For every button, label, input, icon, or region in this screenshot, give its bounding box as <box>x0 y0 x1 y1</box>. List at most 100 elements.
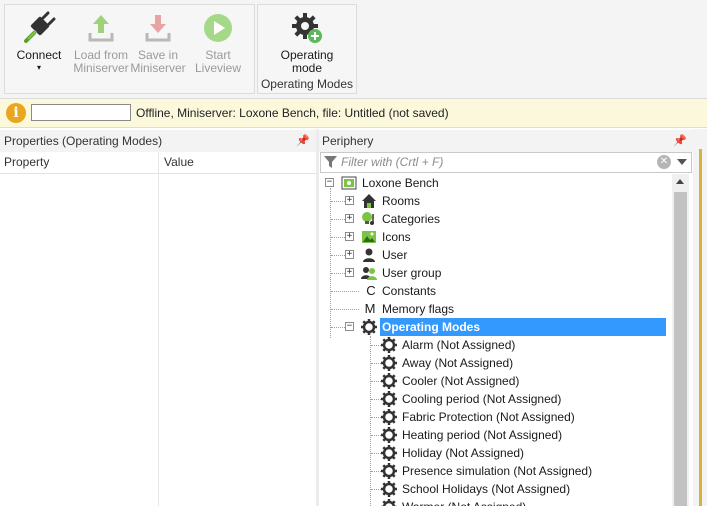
tree-node-memory-flags[interactable]: M Memory flags <box>320 300 670 318</box>
tree-branch <box>371 417 381 418</box>
upload-arrow-icon <box>84 11 118 45</box>
properties-panel-header: Properties (Operating Modes) 📌 <box>0 130 316 152</box>
ribbon-group-connection: Connect ▾ Load from Miniserver Save in M… <box>4 4 255 94</box>
tree-node-operating-mode[interactable]: Warmer (Not Assigned) <box>320 498 670 506</box>
load-label-2: Miniserver <box>73 61 129 75</box>
tree-branch <box>331 309 359 310</box>
document-edge <box>699 149 702 506</box>
tree-label: School Holidays (Not Assigned) <box>402 482 571 496</box>
memory-m-icon: M <box>364 301 376 316</box>
expand-toggle[interactable]: + <box>345 214 354 223</box>
start-liveview-button[interactable]: Start Liveview <box>188 7 248 75</box>
gear-icon <box>381 337 397 353</box>
expand-toggle[interactable]: + <box>345 232 354 241</box>
tree-branch <box>371 489 381 490</box>
clear-filter-icon[interactable]: ✕ <box>657 155 671 169</box>
tree-node-operating-mode[interactable]: Cooling period (Not Assigned) <box>320 390 670 408</box>
connect-caret[interactable]: ▾ <box>9 63 69 72</box>
picture-icon <box>361 229 377 245</box>
tree-branch <box>371 453 381 454</box>
expand-toggle[interactable]: + <box>345 250 354 259</box>
gear-icon <box>381 355 397 371</box>
connect-button[interactable]: Connect ▾ <box>9 7 69 72</box>
tree-node-constants[interactable]: C Constants <box>320 282 670 300</box>
column-property[interactable]: Property <box>4 155 49 169</box>
tree-branch <box>371 345 381 346</box>
tree-branch <box>331 201 345 202</box>
tree-node-operating-mode[interactable]: School Holidays (Not Assigned) <box>320 480 670 498</box>
tree-node-operating-mode[interactable]: Away (Not Assigned) <box>320 354 670 372</box>
play-circle-icon <box>201 11 235 45</box>
tree-node-operating-mode[interactable]: Cooler (Not Assigned) <box>320 372 670 390</box>
tree-label: Alarm (Not Assigned) <box>402 338 516 352</box>
tree-label: Fabric Protection (Not Assigned) <box>402 410 575 424</box>
tree-branch <box>331 237 345 238</box>
tree-node-operating-mode[interactable]: Presence simulation (Not Assigned) <box>320 462 670 480</box>
panel-splitter[interactable] <box>316 129 319 506</box>
tree-label: User <box>382 248 408 262</box>
tree-node-user-group[interactable]: + User group <box>320 264 670 282</box>
tree-node-categories[interactable]: + Categories <box>320 210 670 228</box>
constant-c-icon: C <box>366 283 376 298</box>
status-input[interactable] <box>31 104 131 121</box>
pin-icon[interactable]: 📌 <box>673 130 687 152</box>
ribbon-group-label: Operating Modes <box>260 77 354 91</box>
tree-node-operating-mode[interactable]: Heating period (Not Assigned) <box>320 426 670 444</box>
tree-label: Holiday (Not Assigned) <box>402 446 525 460</box>
tree-scrollbar[interactable] <box>672 174 689 506</box>
gear-icon <box>381 445 397 461</box>
ribbon-group-operating-modes: Operating mode Operating Modes <box>257 4 357 94</box>
collapse-toggle[interactable]: − <box>325 178 334 187</box>
tree-node-operating-mode[interactable]: Alarm (Not Assigned) <box>320 336 670 354</box>
column-divider[interactable] <box>158 152 159 506</box>
tree-node-operating-mode[interactable]: Holiday (Not Assigned) <box>320 444 670 462</box>
tree-node-icons[interactable]: + Icons <box>320 228 670 246</box>
tree-node-root[interactable]: − Loxone Bench <box>320 174 670 192</box>
download-arrow-icon <box>141 11 175 45</box>
filter-icon <box>324 155 337 172</box>
periphery-panel-header: Periphery 📌 <box>319 130 693 152</box>
operating-mode-label-1: Operating <box>280 48 334 62</box>
house-icon <box>361 193 377 209</box>
expand-toggle[interactable]: + <box>345 196 354 205</box>
right-panel-edge <box>693 129 707 506</box>
tree-branch <box>371 399 381 400</box>
gear-icon <box>381 481 397 497</box>
load-label-1: Load from <box>73 48 129 62</box>
chevron-down-icon[interactable] <box>677 159 687 165</box>
save-label-1: Save in <box>137 48 179 62</box>
tree-node-user[interactable]: + User <box>320 246 670 264</box>
column-value[interactable]: Value <box>164 155 194 169</box>
tree-label: Icons <box>382 230 411 244</box>
tree-branch <box>371 363 381 364</box>
liveview-label-2: Liveview <box>194 61 242 75</box>
scrollbar-thumb[interactable] <box>674 192 687 506</box>
tree-branch <box>331 255 345 256</box>
tree-branch <box>371 471 381 472</box>
tree-label: Presence simulation (Not Assigned) <box>402 464 593 478</box>
tree-label: User group <box>382 266 442 280</box>
tree-branch <box>371 381 381 382</box>
collapse-toggle[interactable]: − <box>345 322 354 331</box>
filter-placeholder: Filter with (Crtl + F) <box>341 155 444 169</box>
lightbulb-music-icon <box>361 211 377 227</box>
tree-branch <box>331 291 359 292</box>
gear-icon <box>381 499 397 506</box>
scroll-up-icon[interactable] <box>676 179 684 184</box>
pin-icon[interactable]: 📌 <box>296 130 310 152</box>
tree-node-operating-modes[interactable]: − Operating Modes <box>320 318 670 336</box>
tree-node-rooms[interactable]: + Rooms <box>320 192 670 210</box>
gear-icon <box>381 427 397 443</box>
user-group-icon <box>361 265 377 281</box>
save-in-miniserver-button[interactable]: Save in Miniserver <box>128 7 188 75</box>
tree-label-root: Loxone Bench <box>362 176 439 190</box>
operating-mode-button[interactable]: Operating mode <box>277 7 337 75</box>
expand-toggle[interactable]: + <box>345 268 354 277</box>
operating-mode-label-2: mode <box>291 61 323 75</box>
load-from-miniserver-button[interactable]: Load from Miniserver <box>71 7 131 75</box>
tree-branch <box>331 273 345 274</box>
gear-icon <box>361 319 377 335</box>
tree-branch <box>331 219 345 220</box>
filter-input[interactable]: Filter with (Crtl + F) ✕ <box>320 152 692 173</box>
tree-node-operating-mode[interactable]: Fabric Protection (Not Assigned) <box>320 408 670 426</box>
